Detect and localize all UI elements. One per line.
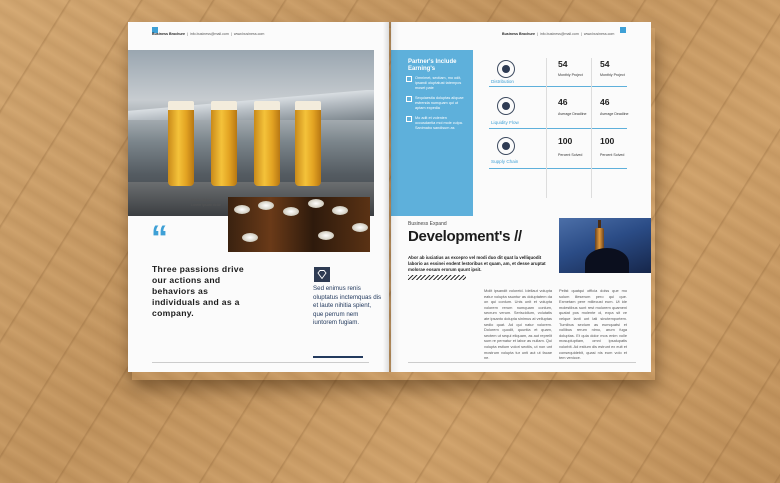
stat-label: Distribution <box>491 79 514 84</box>
partner-panel <box>391 50 473 216</box>
brochure-right-page: Business Brochure | info.business@mail.c… <box>391 22 651 372</box>
footer-line <box>408 362 636 363</box>
plug-icon <box>497 97 515 115</box>
bottle-cap <box>352 223 368 232</box>
brochure-gutter <box>383 22 399 372</box>
section-subtitle: Business Expand <box>408 221 447 227</box>
stat-caption: Percent Solved <box>558 153 583 157</box>
stat-value: 100 <box>600 136 615 146</box>
caption-text: Lorem ipsum dolor <box>191 203 221 207</box>
blue-square-marker <box>620 27 626 33</box>
stat-value: 54 <box>558 59 568 69</box>
left-page-header: Business Brochure | info.business@mail.c… <box>152 32 265 36</box>
beer-glass <box>295 101 321 186</box>
bottle-night-photo <box>559 218 651 273</box>
stat-value: 100 <box>558 136 573 146</box>
header-brand: Business Brochure <box>152 32 185 36</box>
bottle-cap <box>234 205 250 214</box>
quote-mark: “ <box>151 219 168 257</box>
headline-text: Three passions drive our actions and beh… <box>152 264 244 318</box>
cloud-icon <box>497 60 515 78</box>
stat-value: 54 <box>600 59 610 69</box>
header-email: info.business@mail.com <box>539 32 579 36</box>
body-column: Pelist quatqui officia dolss que mo solu… <box>559 288 627 361</box>
bottle-cap <box>318 231 334 240</box>
hatch-divider <box>408 275 466 280</box>
section-title: Development's // <box>408 228 522 245</box>
beer-glasses-photo <box>128 50 374 216</box>
stat-value: 46 <box>558 97 568 107</box>
photo-mountains <box>128 90 374 120</box>
side-text: Sed enimus renis oluptatus inctemquas di… <box>313 285 382 326</box>
stat-divider <box>489 86 627 87</box>
cart-icon <box>497 137 515 155</box>
beer-glass <box>254 101 280 186</box>
column-divider <box>591 58 592 198</box>
beer-glass <box>211 101 237 186</box>
hand-silhouette <box>585 248 629 273</box>
intro-text: Abor ab iuciatius as excepro vel modi du… <box>408 255 546 272</box>
stat-caption: Monthly Project <box>558 73 583 77</box>
beer-bottles-photo <box>228 197 370 252</box>
header-brand: Business Brochure <box>502 32 535 36</box>
body-column: Molit ipsandit voloreid. Idellaut volupt… <box>484 288 552 361</box>
header-web: www.business.com <box>233 32 265 36</box>
side-underline <box>313 356 363 358</box>
stat-caption: Average Deadline <box>558 112 587 116</box>
header-web: www.business.com <box>583 32 615 36</box>
photo-caption: Photo Object Lorem ipsum dolor <box>191 198 221 208</box>
beer-glass <box>168 101 194 186</box>
brochure-left-page: Business Brochure | info.business@mail.c… <box>128 22 389 372</box>
checkbox-icon <box>406 116 412 122</box>
stat-label: Supply Chain <box>491 159 519 164</box>
partner-title: Partner's Include Earning's <box>408 59 457 72</box>
checkbox-icon <box>406 96 412 102</box>
partner-item: Mo adit et volenien occusdantia moi mole… <box>406 116 468 131</box>
partner-item: Sequiaestia doluptas aliquae estrenda nu… <box>406 96 468 111</box>
bottle-cap <box>258 201 274 210</box>
bottle-cap <box>332 206 348 215</box>
header-email: info.business@mail.com <box>189 32 229 36</box>
diamond-icon <box>314 267 330 282</box>
right-page-header: Business Brochure | info.business@mail.c… <box>502 32 615 36</box>
partner-item: Omnimet, sectiam, mo odit, ipsandi olupt… <box>406 76 468 91</box>
stat-caption: Average Deadline <box>600 112 629 116</box>
stat-value: 46 <box>600 97 610 107</box>
checkbox-icon <box>406 76 412 82</box>
column-divider <box>546 58 547 198</box>
stat-divider <box>489 128 627 129</box>
stat-divider <box>489 168 627 169</box>
bottle-cap <box>308 199 324 208</box>
footer-line <box>152 362 369 363</box>
stat-caption: Monthly Project <box>600 73 625 77</box>
bottle-cap <box>242 233 258 242</box>
bottle-cap <box>283 207 299 216</box>
stat-label: Liquidity Flow <box>491 120 519 125</box>
stat-caption: Percent Solved <box>600 153 625 157</box>
